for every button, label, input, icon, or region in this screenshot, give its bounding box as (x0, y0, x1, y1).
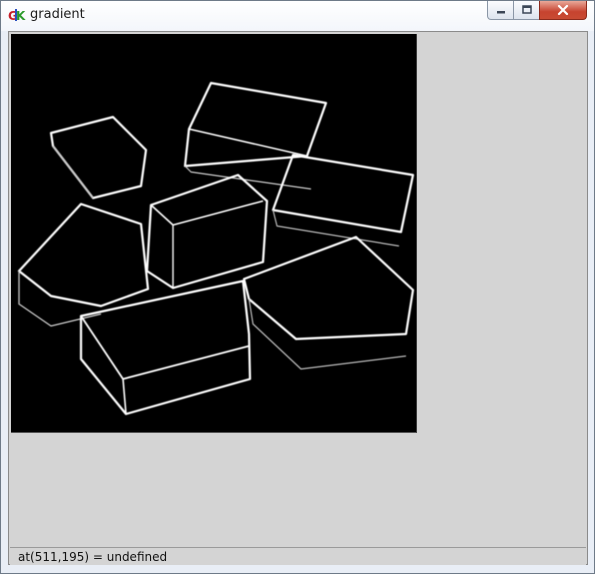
box-edge-5 (17, 202, 150, 308)
gradient-image[interactable] (11, 34, 417, 433)
box-edge-4 (145, 173, 269, 290)
edge-image-drawing (17, 81, 415, 416)
minimize-button[interactable] (487, 1, 514, 20)
box-edge-3 (271, 153, 415, 234)
maximize-button[interactable] (513, 1, 540, 20)
box-edge-7 (79, 279, 252, 416)
minimize-icon (496, 11, 505, 14)
client-area: at(511,195) = undefined (8, 31, 588, 565)
box-edge-2 (183, 81, 328, 168)
status-bar: at(511,195) = undefined (10, 547, 586, 565)
close-button[interactable] (539, 1, 587, 20)
status-text: at(511,195) = undefined (18, 550, 168, 564)
close-icon (557, 5, 569, 15)
gtk-logo-icon: G K (8, 9, 26, 23)
app-window: G K gradient at(511,195) = undefined (0, 0, 595, 574)
svg-text:K: K (16, 9, 26, 23)
box-edge-1 (49, 115, 148, 200)
box-edge-6 (242, 235, 415, 341)
title-bar[interactable]: G K gradient (1, 1, 594, 31)
maximize-icon (521, 5, 532, 14)
window-title: gradient (30, 7, 85, 22)
